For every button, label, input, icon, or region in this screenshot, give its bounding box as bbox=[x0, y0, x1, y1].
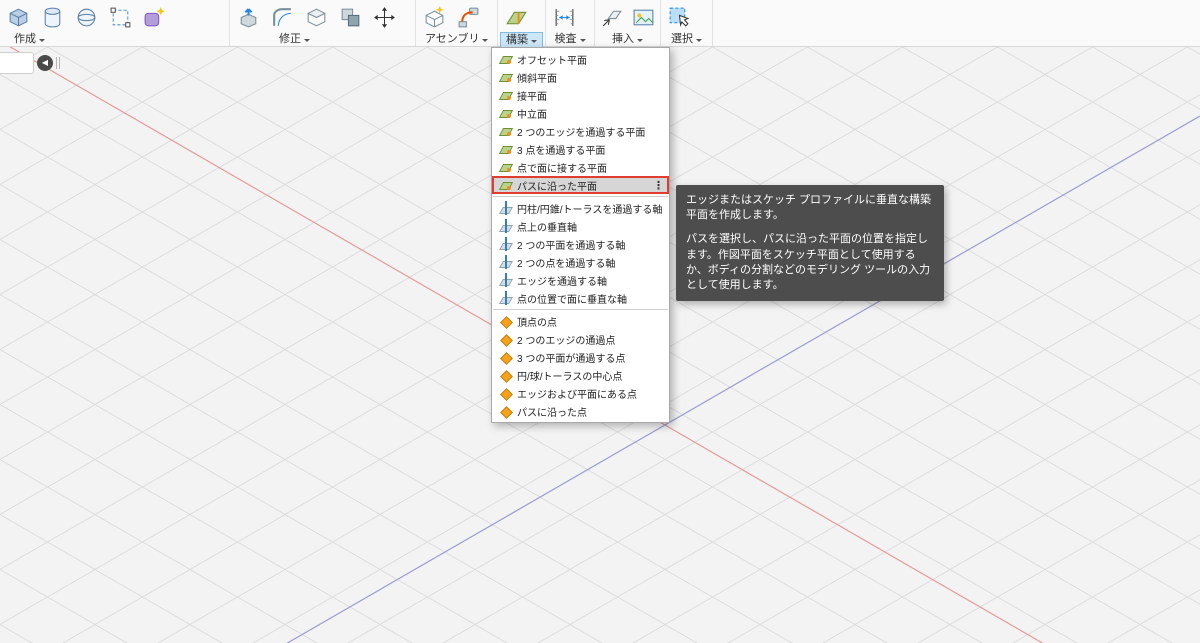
menu-item-plane-through-three-points[interactable]: 3 点を通過する平面 bbox=[492, 140, 669, 158]
toolbar-menu-inspect[interactable]: 検査 bbox=[550, 32, 591, 46]
toolbar-group-assemble: アセンブリ bbox=[416, 0, 498, 46]
menu-item-axis-perpendicular-to-face-at-point[interactable]: 点の位置で面に垂直な軸 bbox=[492, 289, 669, 307]
menu-item-axis-through-cylinder-cone-torus[interactable]: 円柱/円錐/トーラスを通過する軸 bbox=[492, 199, 669, 217]
cylinder-icon[interactable] bbox=[35, 2, 69, 32]
point-along-path-icon bbox=[498, 404, 512, 418]
menu-item-plane-along-path[interactable]: パスに沿った平面 ⋮ bbox=[492, 176, 669, 194]
toolbar-group-insert: 挿入 bbox=[595, 0, 661, 46]
toolbar-menu-construct[interactable]: 構築 bbox=[500, 32, 543, 47]
menu-separator bbox=[493, 309, 668, 310]
menu-item-point-through-two-edges[interactable]: 2 つのエッジの通過点 bbox=[492, 330, 669, 348]
sphere-icon[interactable] bbox=[69, 2, 103, 32]
plane-tangent-to-face-at-point-icon bbox=[498, 160, 512, 174]
box-icon[interactable] bbox=[1, 2, 35, 32]
tooltip-description: エッジまたはスケッチ プロファイルに垂直な構築平面を作成します。 bbox=[686, 194, 932, 222]
axis-through-edge-icon bbox=[498, 273, 512, 287]
menu-item-point-through-three-planes[interactable]: 3 つの平面が通過する点 bbox=[492, 348, 669, 366]
fillet-icon[interactable] bbox=[265, 2, 299, 32]
fusion-app-window: 作成 修正 アセンブリ 構築 検査 挿入 選択 ◀ オフセット平面 傾斜平面 接… bbox=[0, 0, 1200, 643]
axis-through-two-planes-icon bbox=[498, 237, 512, 251]
toolbar-menu-assemble[interactable]: アセンブリ bbox=[420, 32, 493, 46]
offset-plane-icon bbox=[498, 52, 512, 66]
point-through-two-edges-icon bbox=[498, 332, 512, 346]
new-component-icon[interactable] bbox=[417, 2, 451, 32]
tooltip-detail: パスを選択し、パスに沿った平面の位置を指定します。作図平面をスケッチ平面として使… bbox=[686, 233, 931, 291]
plane-through-three-points-icon bbox=[498, 142, 512, 156]
construct-dropdown-menu: オフセット平面 傾斜平面 接平面 中立面 2 つのエッジを通過する平面 3 点を… bbox=[491, 47, 670, 423]
toolbar-group-modify: 修正 bbox=[230, 0, 416, 46]
menu-item-tangent-plane[interactable]: 接平面 bbox=[492, 86, 669, 104]
menu-item-axis-through-edge[interactable]: エッジを通過する軸 bbox=[492, 271, 669, 289]
menu-item-axis-perpendicular-at-point[interactable]: 点上の垂直軸 bbox=[492, 217, 669, 235]
menu-item-plane-tangent-to-face-at-point[interactable]: 点で面に接する平面 bbox=[492, 158, 669, 176]
menu-item-offset-plane[interactable]: オフセット平面 bbox=[492, 50, 669, 68]
menu-item-point-along-path[interactable]: パスに沿った点 bbox=[492, 402, 669, 420]
menu-item-axis-through-two-planes[interactable]: 2 つの平面を通過する軸 bbox=[492, 235, 669, 253]
point-at-vertex-icon bbox=[498, 314, 512, 328]
collapse-arrow-icon[interactable]: ◀ bbox=[37, 55, 53, 71]
angled-plane-icon bbox=[498, 70, 512, 84]
plane-along-path-icon bbox=[498, 178, 512, 192]
combine-icon[interactable] bbox=[333, 2, 367, 32]
toolbar-menu-modify-label: 修正 bbox=[279, 33, 301, 45]
browser-expand-toggle[interactable]: ◀ bbox=[0, 52, 60, 74]
press-pull-icon[interactable] bbox=[231, 2, 265, 32]
menu-item-midplane[interactable]: 中立面 bbox=[492, 104, 669, 122]
toolbar-menu-select[interactable]: 選択 bbox=[666, 32, 707, 46]
toolbar: 作成 修正 アセンブリ 構築 検査 挿入 選択 bbox=[0, 0, 1200, 47]
menu-item-plane-through-two-edges[interactable]: 2 つのエッジを通過する平面 bbox=[492, 122, 669, 140]
construction-plane-icon[interactable] bbox=[499, 2, 533, 32]
axis-perpendicular-to-face-at-point-icon bbox=[498, 291, 512, 305]
command-tooltip: エッジまたはスケッチ プロファイルに垂直な構築平面を作成します。 パスを選択し、… bbox=[676, 185, 944, 302]
toolbar-menu-inspect-label: 検査 bbox=[554, 33, 577, 45]
menu-item-axis-through-two-points[interactable]: 2 つの点を通過する軸 bbox=[492, 253, 669, 271]
point-through-three-planes-icon bbox=[498, 350, 512, 364]
toolbar-group-select: 選択 bbox=[661, 0, 713, 46]
toolbar-menu-select-label: 選択 bbox=[671, 33, 693, 45]
joint-icon[interactable] bbox=[451, 2, 485, 32]
toolbar-group-construct: 構築 bbox=[498, 0, 546, 47]
point-center-circle-sphere-torus-icon bbox=[498, 368, 512, 382]
plane-through-two-edges-icon bbox=[498, 124, 512, 138]
toolbar-group-inspect: 検査 bbox=[546, 0, 595, 46]
menu-item-angled-plane[interactable]: 傾斜平面 bbox=[492, 68, 669, 86]
toolbar-menu-construct-label: 構築 bbox=[506, 34, 528, 46]
menu-separator bbox=[493, 196, 668, 197]
toolbar-menu-create[interactable]: 作成 bbox=[9, 32, 50, 46]
measure-icon[interactable] bbox=[547, 2, 581, 32]
shell-icon[interactable] bbox=[299, 2, 333, 32]
axis-through-cylinder-cone-torus-icon bbox=[498, 201, 512, 215]
create-form-icon[interactable] bbox=[137, 2, 171, 32]
toolbar-menu-insert-label: 挿入 bbox=[612, 33, 634, 45]
menu-item-point-center-circle-sphere-torus[interactable]: 円/球/トーラスの中心点 bbox=[492, 366, 669, 384]
browser-collapsed-tab[interactable] bbox=[0, 52, 34, 74]
toolbar-group-create: 作成 bbox=[0, 0, 230, 46]
midplane-icon bbox=[498, 106, 512, 120]
canvas-image-icon[interactable] bbox=[628, 2, 660, 32]
menu-item-point-at-vertex[interactable]: 頂点の点 bbox=[492, 312, 669, 330]
axis-through-two-points-icon bbox=[498, 255, 512, 269]
point-on-edge-and-plane-icon bbox=[498, 386, 512, 400]
toolbar-menu-assemble-label: アセンブリ bbox=[425, 33, 480, 45]
create-sketch-icon[interactable] bbox=[103, 2, 137, 32]
toolbar-menu-insert[interactable]: 挿入 bbox=[607, 32, 648, 46]
toolbar-menu-create-label: 作成 bbox=[14, 33, 36, 45]
toolbar-menu-modify[interactable]: 修正 bbox=[274, 32, 315, 46]
panel-grip-handle[interactable] bbox=[56, 57, 60, 69]
insert-derive-icon[interactable] bbox=[596, 2, 628, 32]
more-options-icon[interactable]: ⋮ bbox=[653, 179, 664, 192]
axis-perpendicular-at-point-icon bbox=[498, 219, 512, 233]
tangent-plane-icon bbox=[498, 88, 512, 102]
menu-item-point-on-edge-and-plane[interactable]: エッジおよび平面にある点 bbox=[492, 384, 669, 402]
move-icon[interactable] bbox=[367, 2, 401, 32]
select-icon[interactable] bbox=[662, 2, 696, 32]
